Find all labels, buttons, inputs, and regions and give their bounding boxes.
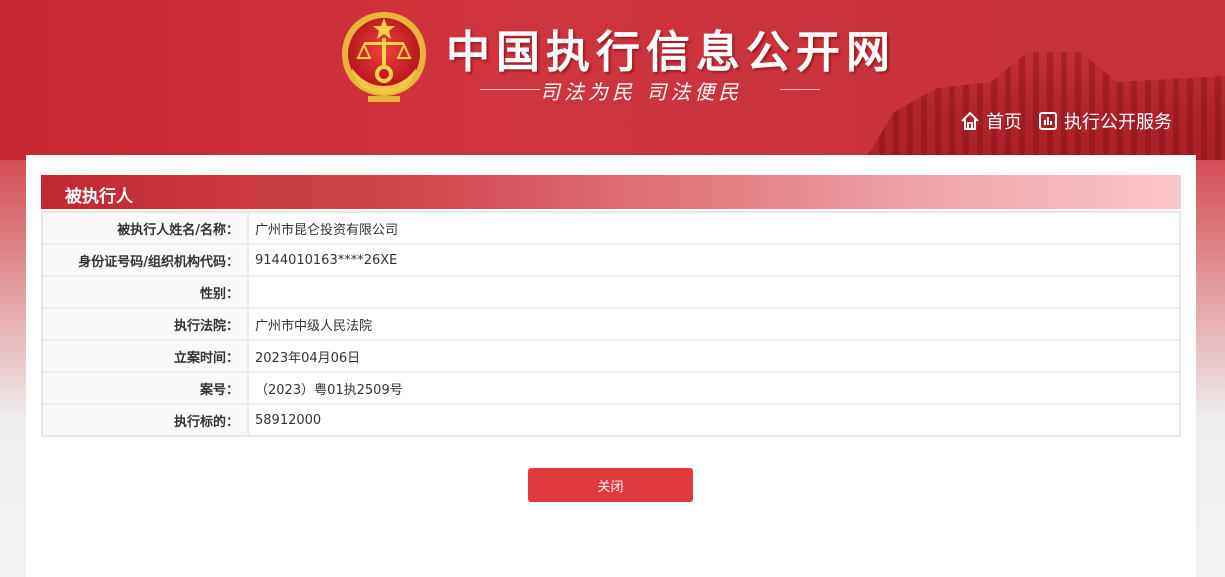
table-row: 立案时间： 2023年04月06日	[43, 341, 1179, 373]
field-label: 身份证号码/组织机构代码：	[43, 245, 249, 277]
field-value	[249, 277, 1179, 309]
field-value: 广州市昆仑投资有限公司	[249, 213, 1179, 245]
site-header: 中国执行信息公开网 司法为民 司法便民 首页 执行公开服务	[0, 0, 1225, 160]
debtor-info-table: 被执行人姓名/名称： 广州市昆仑投资有限公司 身份证号码/组织机构代码： 914…	[41, 211, 1181, 437]
field-label: 被执行人姓名/名称：	[43, 213, 249, 245]
table-row: 被执行人姓名/名称： 广州市昆仑投资有限公司	[43, 213, 1179, 245]
detail-panel: 被执行人 被执行人姓名/名称： 广州市昆仑投资有限公司 身份证号码/组织机构代码…	[26, 155, 1196, 577]
table-row: 执行标的： 58912000	[43, 405, 1179, 435]
field-value: 广州市中级人民法院	[249, 309, 1179, 341]
site-title: 中国执行信息公开网	[446, 27, 896, 78]
slogan-divider-right	[780, 89, 820, 90]
field-label: 执行法院：	[43, 309, 249, 341]
field-value: 9144010163****26XE	[249, 245, 1179, 277]
table-row: 性别：	[43, 277, 1179, 309]
field-label: 执行标的：	[43, 405, 249, 435]
chart-icon	[1039, 112, 1057, 130]
field-value: 58912000	[255, 412, 322, 428]
section-title: 被执行人	[65, 187, 133, 207]
nav-home[interactable]: 首页	[960, 108, 1022, 134]
nav-execution-service-label: 执行公开服务	[1064, 112, 1172, 133]
close-button[interactable]: 关闭	[528, 468, 693, 502]
home-icon	[961, 111, 979, 130]
nav-execution-service[interactable]: 执行公开服务	[1038, 108, 1172, 134]
field-label: 立案时间：	[43, 341, 249, 373]
table-row: 案号： （2023）粤01执2509号	[43, 373, 1179, 405]
section-header: 被执行人	[41, 175, 1181, 209]
field-value: 2023年04月06日	[249, 341, 1179, 373]
field-label: 案号：	[43, 373, 249, 405]
slogan-divider-left	[480, 89, 540, 90]
slogan: 司法为民 司法便民	[480, 76, 820, 104]
field-label: 性别：	[43, 277, 249, 309]
field-value: （2023）粤01执2509号	[249, 373, 1179, 405]
table-row: 身份证号码/组织机构代码： 9144010163****26XE	[43, 245, 1179, 277]
nav-home-label: 首页	[986, 112, 1022, 133]
table-row: 执行法院： 广州市中级人民法院	[43, 309, 1179, 341]
slogan-text: 司法为民 司法便民	[540, 80, 743, 104]
court-emblem-icon	[342, 12, 426, 102]
